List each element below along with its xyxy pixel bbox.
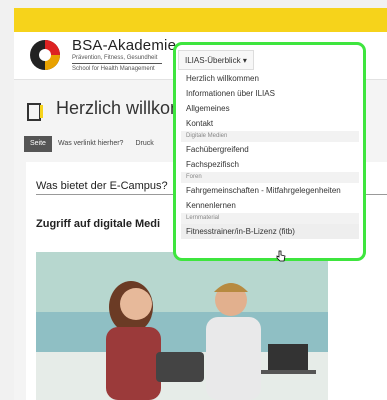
campus-photo — [36, 252, 328, 400]
menu-item-get-to-know[interactable]: Kennenlernen — [181, 198, 359, 213]
menu-group-forums: Foren — [181, 172, 359, 183]
brand-divider — [72, 63, 162, 64]
menu-item-ilias-info[interactable]: Informationen über ILIAS — [181, 86, 359, 101]
menu-item-subject-specific[interactable]: Fachspezifisch — [181, 157, 359, 172]
subheading-text: Zugriff auf digitale Medi — [36, 218, 161, 230]
menu-item-contact[interactable]: Kontakt — [181, 116, 359, 131]
page-document-icon — [27, 103, 43, 121]
top-accent-bar — [14, 8, 387, 32]
brand-block: BSA-Akademie Prävention, Fitness, Gesund… — [72, 37, 176, 73]
ilias-overview-button[interactable]: ILIAS-Überblick ▾ — [178, 50, 254, 70]
menu-item-general[interactable]: Allgemeines — [181, 101, 359, 116]
brand-tagline: Prävention, Fitness, Gesundheit — [72, 55, 158, 61]
menu-group-digital-media: Digitale Medien — [181, 131, 359, 142]
ilias-overview-dropdown: Herzlich willkommen Informationen über I… — [173, 42, 366, 261]
menu-item-carpool[interactable]: Fahrgemeinschaften - Mitfahrgelegenheite… — [181, 183, 359, 198]
tab-seite[interactable]: Seite — [24, 136, 52, 152]
hand-cursor-icon — [276, 250, 286, 262]
bsa-logo-icon[interactable] — [28, 38, 62, 72]
ilias-overview-label: ILIAS-Überblick — [185, 56, 241, 65]
menu-item-interdisciplinary[interactable]: Fachübergreifend — [181, 142, 359, 157]
menu-item-welcome[interactable]: Herzlich willkommen — [181, 71, 359, 86]
tab-verlinkt[interactable]: Was verlinkt hierher? — [52, 136, 130, 152]
menu-item-fitness-trainer[interactable]: Fitnesstrainer/in-B-Lizenz (fitb) — [181, 224, 359, 239]
chevron-down-icon: ▾ — [242, 56, 247, 65]
brand-school: School for Health Management — [72, 66, 155, 72]
brand-name: BSA-Akademie — [72, 37, 177, 54]
page-tabs: Seite Was verlinkt hierher? Druck — [24, 136, 160, 152]
tab-druck[interactable]: Druck — [129, 136, 159, 152]
menu-group-learning-material: Lernmaterial — [181, 213, 359, 224]
dropdown-list: Herzlich willkommen Informationen über I… — [181, 71, 359, 239]
